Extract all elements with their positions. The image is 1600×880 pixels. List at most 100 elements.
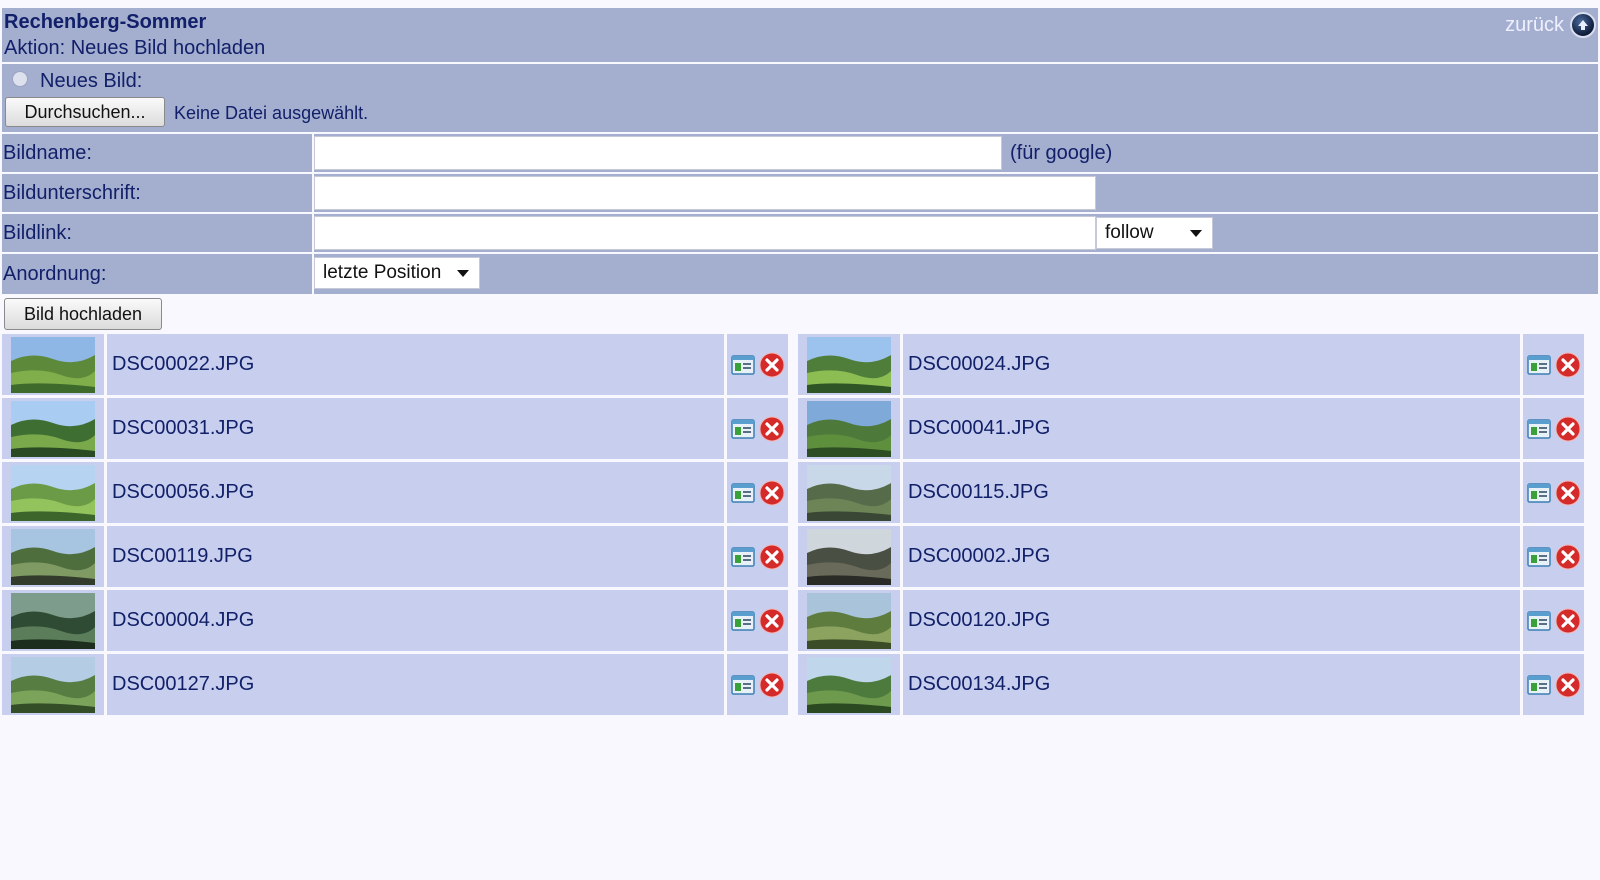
edit-image-icon[interactable] [730, 418, 755, 439]
image-filename: DSC00115.JPG [908, 481, 1049, 503]
image-list-item: DSC00115.JPG [798, 462, 1584, 523]
browse-button[interactable]: Durchsuchen... [5, 97, 165, 127]
image-thumbnail[interactable] [2, 462, 107, 523]
link-input[interactable] [314, 216, 1096, 250]
image-filename: DSC00127.JPG [112, 673, 255, 695]
image-thumbnail-picture[interactable] [807, 592, 891, 649]
image-thumbnail-picture[interactable] [11, 656, 95, 713]
image-thumbnail-picture[interactable] [807, 656, 891, 713]
image-list-item: DSC00056.JPG [2, 462, 788, 523]
image-list-item: DSC00002.JPG [798, 526, 1584, 587]
edit-image-icon[interactable] [1526, 610, 1551, 631]
image-thumbnail[interactable] [798, 526, 903, 587]
image-name-input[interactable] [314, 136, 1002, 170]
edit-image-icon[interactable] [730, 354, 755, 375]
image-list-item: DSC00022.JPG [2, 334, 788, 395]
image-actions [724, 398, 788, 459]
chevron-down-icon [1190, 230, 1202, 237]
delete-icon[interactable] [759, 352, 785, 378]
order-select[interactable]: letzte Position [314, 257, 480, 289]
delete-icon[interactable] [1555, 416, 1581, 442]
image-thumbnail-picture[interactable] [807, 464, 891, 521]
image-thumbnail[interactable] [2, 334, 107, 395]
delete-icon[interactable] [759, 608, 785, 634]
page-header: Rechenberg-Sommer Aktion: Neues Bild hoc… [2, 8, 1598, 64]
image-list-item: DSC00127.JPG [2, 654, 788, 715]
upload-button[interactable]: Bild hochladen [4, 298, 162, 330]
image-list-item: DSC00031.JPG [2, 398, 788, 459]
image-filename: DSC00134.JPG [908, 673, 1051, 695]
image-thumbnail-picture[interactable] [11, 400, 95, 457]
image-list-item: DSC00134.JPG [798, 654, 1584, 715]
image-actions [1520, 590, 1584, 651]
image-list-item: DSC00120.JPG [798, 590, 1584, 651]
image-grid: DSC00022.JPG DSC00024.JPG DSC00031.JPG D… [2, 334, 1598, 715]
edit-image-icon[interactable] [730, 546, 755, 567]
delete-icon[interactable] [759, 480, 785, 506]
edit-image-icon[interactable] [1526, 354, 1551, 375]
delete-icon[interactable] [1555, 480, 1581, 506]
edit-image-icon[interactable] [1526, 418, 1551, 439]
image-filename: DSC00056.JPG [112, 481, 255, 503]
delete-icon[interactable] [1555, 608, 1581, 634]
new-image-label: Neues Bild: [40, 70, 143, 92]
image-thumbnail[interactable] [2, 398, 107, 459]
image-filename: DSC00031.JPG [112, 417, 255, 439]
link-label: Bildlink: [2, 214, 314, 252]
edit-image-icon[interactable] [730, 482, 755, 503]
image-thumbnail-picture[interactable] [11, 528, 95, 585]
image-actions [1520, 654, 1584, 715]
delete-icon[interactable] [759, 672, 785, 698]
delete-icon[interactable] [1555, 352, 1581, 378]
edit-image-icon[interactable] [730, 610, 755, 631]
order-row: Anordnung: letzte Position [2, 254, 1598, 294]
image-thumbnail-picture[interactable] [11, 336, 95, 393]
image-thumbnail[interactable] [798, 462, 903, 523]
image-actions [1520, 526, 1584, 587]
edit-image-icon[interactable] [730, 674, 755, 695]
image-thumbnail-picture[interactable] [807, 528, 891, 585]
image-thumbnail[interactable] [2, 526, 107, 587]
caption-input[interactable] [314, 176, 1096, 210]
delete-icon[interactable] [1555, 672, 1581, 698]
globe-arrow-icon[interactable] [1570, 12, 1596, 38]
image-filename: DSC00041.JPG [908, 417, 1051, 439]
delete-icon[interactable] [759, 544, 785, 570]
new-image-radio[interactable] [12, 71, 28, 87]
upload-row: Bild hochladen [2, 294, 1598, 338]
gallery-title: Rechenberg-Sommer [4, 11, 207, 33]
image-filename: DSC00119.JPG [112, 545, 253, 567]
image-actions [1520, 398, 1584, 459]
image-list-item: DSC00024.JPG [798, 334, 1584, 395]
google-hint: (für google) [1010, 142, 1113, 164]
image-thumbnail[interactable] [2, 590, 107, 651]
edit-image-icon[interactable] [1526, 482, 1551, 503]
image-thumbnail-picture[interactable] [807, 400, 891, 457]
new-image-section: Neues Bild: Durchsuchen... Keine Datei a… [2, 64, 1598, 134]
image-thumbnail-picture[interactable] [11, 592, 95, 649]
chevron-down-icon [457, 270, 469, 277]
image-thumbnail[interactable] [798, 654, 903, 715]
image-thumbnail[interactable] [2, 654, 107, 715]
edit-image-icon[interactable] [1526, 674, 1551, 695]
image-filename: DSC00002.JPG [908, 545, 1051, 567]
image-actions [724, 590, 788, 651]
no-file-text: Keine Datei ausgewählt. [174, 103, 369, 123]
image-thumbnail[interactable] [798, 398, 903, 459]
image-thumbnail-picture[interactable] [807, 336, 891, 393]
image-filename: DSC00120.JPG [908, 609, 1051, 631]
image-thumbnail-picture[interactable] [11, 464, 95, 521]
caption-label: Bildunterschrift: [2, 174, 314, 212]
image-list-item: DSC00004.JPG [2, 590, 788, 651]
back-label[interactable]: zurück [1505, 14, 1564, 37]
delete-icon[interactable] [759, 416, 785, 442]
back-link[interactable]: zurück [1505, 12, 1596, 38]
edit-image-icon[interactable] [1526, 546, 1551, 567]
image-actions [724, 526, 788, 587]
image-thumbnail[interactable] [798, 590, 903, 651]
delete-icon[interactable] [1555, 544, 1581, 570]
image-thumbnail[interactable] [798, 334, 903, 395]
link-rel-select[interactable]: follow [1096, 217, 1213, 249]
image-actions [1520, 462, 1584, 523]
caption-row: Bildunterschrift: [2, 174, 1598, 214]
